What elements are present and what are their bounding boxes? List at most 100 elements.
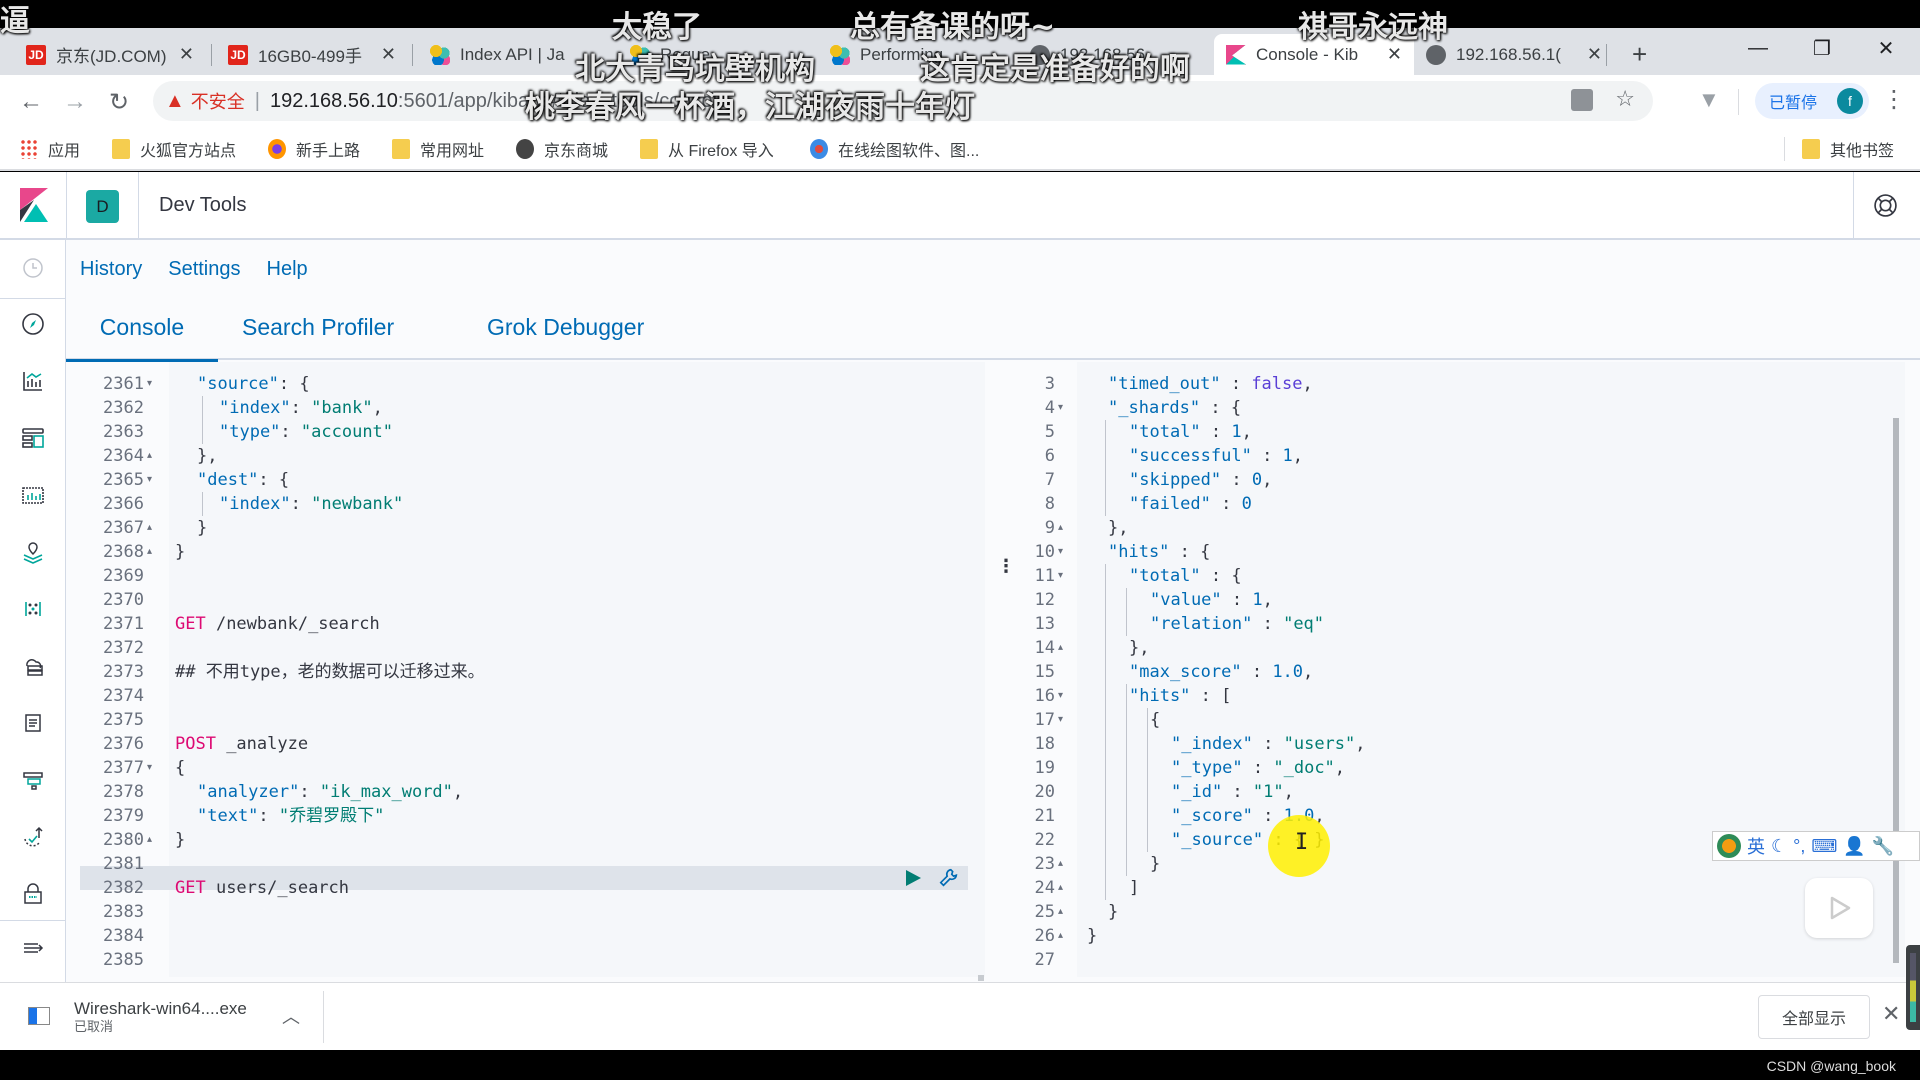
infrastructure-icon[interactable]	[21, 654, 45, 678]
video-player-widget[interactable]	[1805, 878, 1873, 938]
visualize-icon[interactable]	[21, 369, 45, 393]
ime-mode[interactable]: 英	[1747, 833, 1765, 859]
bookmark-item[interactable]: 火狐官方站点	[112, 137, 236, 161]
code-token: GET	[175, 614, 206, 634]
machine-learning-icon[interactable]	[21, 597, 45, 621]
browser-tab[interactable]: JD 16GB0-499手 ✕	[216, 34, 408, 75]
watermark: CSDN @wang_book	[1766, 1058, 1896, 1074]
code-token: "value"	[1150, 590, 1222, 610]
code-token: "users"	[1283, 734, 1356, 754]
fold-collapse-icon[interactable]: ▾	[1058, 396, 1063, 420]
settings-link[interactable]: Settings	[168, 258, 240, 281]
output-scrollbar[interactable]	[1893, 418, 1899, 963]
browser-tab[interactable]: JD 京东(JD.COM) ✕	[14, 34, 206, 75]
bookmark-item[interactable]: 新手上路	[268, 137, 360, 161]
other-bookmarks[interactable]: 其他书签	[1802, 137, 1894, 161]
code-token: "timed_out"	[1108, 374, 1221, 394]
tab-grok-debugger[interactable]: Grok Debugger	[463, 294, 668, 360]
fold-expand-icon[interactable]: ▴	[147, 444, 152, 468]
tab-search-profiler[interactable]: Search Profiler	[218, 294, 418, 360]
kibana-logo-icon[interactable]	[20, 188, 48, 222]
fold-collapse-icon[interactable]: ▾	[147, 468, 152, 492]
tab-console[interactable]: Console	[66, 294, 218, 362]
help-link[interactable]: Help	[267, 258, 308, 281]
help-lifebuoy-icon[interactable]	[1873, 193, 1898, 218]
extension-icon[interactable]: ▼	[1698, 87, 1720, 113]
uptime-icon[interactable]	[21, 825, 45, 849]
fold-expand-icon[interactable]: ▴	[1058, 924, 1063, 948]
close-tab-icon[interactable]: ✕	[1587, 44, 1602, 65]
user-icon[interactable]: 👤	[1843, 836, 1865, 857]
fold-collapse-icon[interactable]: ▾	[147, 756, 152, 780]
minimize-button[interactable]: —	[1730, 28, 1786, 68]
moon-icon[interactable]: ☾	[1771, 836, 1787, 857]
line-number: 10	[1034, 542, 1055, 562]
space-avatar[interactable]: D	[86, 190, 119, 223]
ime-toolbar[interactable]: 英 ☾ °, ⌨ 👤 🔧	[1712, 831, 1920, 861]
show-all-button[interactable]: 全部显示	[1758, 995, 1870, 1039]
close-icon[interactable]: ✕	[1882, 1001, 1900, 1027]
forward-button[interactable]: →	[58, 85, 92, 119]
fold-expand-icon[interactable]: ▴	[1058, 852, 1063, 876]
keyboard-icon[interactable]: ⌨	[1811, 836, 1837, 857]
request-editor[interactable]: 2361 ▾ "source": {2362 "index": "bank", 2363…	[80, 362, 985, 981]
fold-expand-icon[interactable]: ▴	[147, 540, 152, 564]
fold-expand-icon[interactable]: ▴	[1058, 900, 1063, 924]
editor-scrollbar[interactable]	[978, 975, 984, 981]
back-button[interactable]: ←	[14, 85, 48, 119]
dashboard-icon[interactable]	[21, 426, 45, 450]
panel-resizer[interactable]: ⋮	[997, 557, 1015, 586]
fold-collapse-icon[interactable]: ▾	[1058, 564, 1063, 588]
punctuation-icon[interactable]: °,	[1793, 836, 1805, 857]
bookmark-item[interactable]: 在线绘图软件、图...	[810, 137, 979, 161]
fold-collapse-icon[interactable]: ▾	[147, 372, 152, 396]
fold-collapse-icon[interactable]: ▾	[1058, 708, 1063, 732]
line-number: 27	[1034, 950, 1055, 970]
code-token: {	[175, 758, 186, 778]
send-request-button[interactable]	[903, 868, 923, 888]
download-item[interactable]: Wireshark-win64....exe 已取消	[28, 999, 247, 1035]
recently-viewed-icon[interactable]	[21, 256, 45, 280]
code-line: "total" : {	[1129, 564, 1242, 588]
wrench-icon[interactable]	[938, 867, 960, 889]
fold-expand-icon[interactable]: ▴	[1058, 876, 1063, 900]
menu-icon[interactable]: ⋮	[1882, 85, 1906, 114]
code-token: "_shards"	[1108, 398, 1201, 418]
restore-button[interactable]: ❐	[1794, 28, 1850, 68]
new-tab-button[interactable]: +	[1620, 34, 1660, 75]
code-token: ,	[1241, 422, 1252, 442]
bookmark-item[interactable]: 应用	[20, 137, 80, 161]
fold-collapse-icon[interactable]: ▾	[1058, 684, 1063, 708]
code-token: },	[1129, 638, 1150, 658]
fold-expand-icon[interactable]: ▴	[1058, 516, 1063, 540]
collapse-nav-icon[interactable]	[21, 936, 45, 960]
close-tab-icon[interactable]: ✕	[179, 44, 194, 65]
indent-guide	[202, 492, 203, 516]
fold-expand-icon[interactable]: ▴	[147, 828, 152, 852]
fold-expand-icon[interactable]: ▴	[147, 516, 152, 540]
close-window-button[interactable]: ✕	[1858, 28, 1914, 68]
bookmark-item[interactable]: 从 Firefox 导入	[640, 137, 774, 161]
translate-icon[interactable]	[1571, 89, 1593, 111]
divider	[1738, 89, 1739, 115]
close-tab-icon[interactable]: ✕	[381, 44, 396, 65]
profile-paused-button[interactable]: 已暂停 f	[1755, 83, 1869, 119]
star-icon[interactable]: ☆	[1615, 86, 1635, 112]
siem-icon[interactable]	[21, 882, 45, 906]
code-line: }	[197, 516, 207, 540]
fold-collapse-icon[interactable]: ▾	[1058, 540, 1063, 564]
wrench-icon[interactable]: 🔧	[1872, 836, 1894, 857]
canvas-icon[interactable]	[21, 483, 45, 507]
reload-button[interactable]: ↻	[102, 85, 136, 119]
warning-icon: ▲	[165, 89, 185, 112]
chevron-up-icon[interactable]: ︿	[282, 1003, 300, 1029]
fold-expand-icon[interactable]: ▴	[1058, 636, 1063, 660]
bookmark-item[interactable]: 常用网址	[392, 137, 484, 161]
history-link[interactable]: History	[80, 258, 142, 281]
close-tab-icon[interactable]: ✕	[1387, 44, 1402, 65]
maps-icon[interactable]	[21, 540, 45, 564]
discover-icon[interactable]	[21, 312, 45, 336]
logs-icon[interactable]	[21, 711, 45, 735]
apm-icon[interactable]	[21, 768, 45, 792]
bookmark-item[interactable]: 京东商城	[516, 137, 608, 161]
